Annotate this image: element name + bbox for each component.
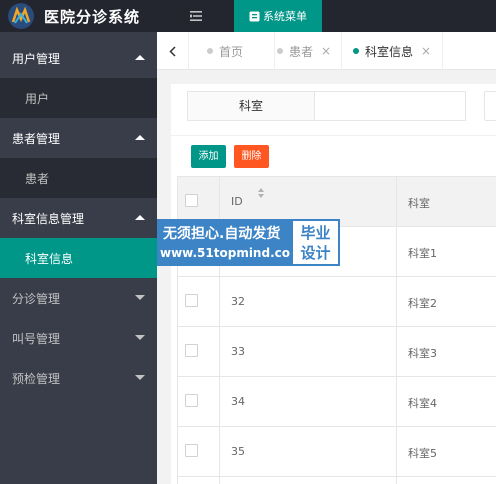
sidebar-item-label: 用户: [25, 91, 50, 106]
select-all-checkbox[interactable]: [185, 194, 198, 207]
column-header-id[interactable]: ID: [231, 195, 243, 208]
cell-id: 32: [231, 295, 245, 308]
tabs-prev-button[interactable]: [157, 32, 189, 70]
row-checkbox[interactable]: [185, 394, 198, 407]
department-search-input[interactable]: [314, 91, 466, 121]
caret-down-icon: [135, 335, 145, 340]
menu-toggle-icon: [189, 11, 202, 21]
header-tab-label: 系统菜单: [263, 10, 307, 23]
page-tabs-bar: 首页 患者 × 科室信息 ×: [157, 32, 496, 70]
tab-dot-icon: [353, 48, 359, 54]
tab-label: 患者: [289, 44, 314, 59]
app-title: 医院分诊系统: [44, 7, 141, 26]
cell-department: 科室1: [408, 247, 437, 260]
hospital-logo-icon: [8, 3, 34, 29]
sort-icon[interactable]: [258, 188, 264, 198]
nav-group-label: 用户管理: [12, 51, 61, 66]
caret-down-icon: [135, 375, 145, 380]
row-checkbox[interactable]: [185, 444, 198, 457]
tab-department-info[interactable]: 科室信息 ×: [353, 32, 443, 70]
nav-group-label: 患者管理: [12, 131, 61, 146]
sidebar-item-users[interactable]: 用户: [0, 78, 157, 118]
search-panel: 科室: [171, 84, 496, 135]
watermark-badge-line2: 设计: [300, 244, 331, 262]
row-checkbox[interactable]: [185, 294, 198, 307]
delete-button[interactable]: 删除: [234, 145, 269, 168]
nav-group-user-management[interactable]: 用户管理: [0, 38, 157, 78]
close-icon[interactable]: ×: [321, 44, 331, 58]
nav-group-label: 分诊管理: [12, 291, 61, 306]
cell-department: 科室2: [408, 297, 437, 310]
top-header: 医院分诊系统 系统菜单: [0, 0, 496, 32]
app-logo: 医院分诊系统: [0, 0, 157, 32]
nav-group-patient-management[interactable]: 患者管理: [0, 118, 157, 158]
watermark-badge: 毕业 设计: [291, 219, 340, 266]
cell-department: 科室5: [408, 447, 437, 460]
caret-up-icon: [135, 215, 145, 220]
watermark-text-block: 无须担心.自动发货 www.51topmind.com: [157, 219, 303, 266]
nav-group-precheck-management[interactable]: 预检管理: [0, 358, 157, 398]
tab-patients[interactable]: 患者 ×: [275, 32, 342, 70]
watermark-badge-line1: 毕业: [300, 224, 331, 242]
search-label: 科室: [187, 91, 315, 121]
sidebar: 用户管理 用户 患者管理 患者 科室信息管理 科室信息 分诊管理 叫号管理 预检…: [0, 32, 157, 484]
cell-id: 35: [231, 445, 245, 458]
watermark-url: www.51topmind.com: [160, 246, 303, 260]
cell-id: 33: [231, 345, 245, 358]
nav-group-department-management[interactable]: 科室信息管理: [0, 198, 157, 238]
caret-down-icon: [135, 295, 145, 300]
sidebar-item-label: 科室信息: [25, 251, 74, 266]
caret-up-icon: [135, 135, 145, 140]
sidebar-item-patients[interactable]: 患者: [0, 158, 157, 198]
sidebar-item-department-info[interactable]: 科室信息: [0, 238, 157, 278]
cell-department: 科室4: [408, 397, 437, 410]
chevron-left-icon: [169, 45, 176, 57]
search-button[interactable]: [484, 91, 496, 121]
tab-home[interactable]: 首页: [207, 32, 275, 70]
tab-label: 首页: [219, 44, 244, 59]
sidebar-item-label: 患者: [25, 171, 50, 186]
tab-dot-icon: [277, 48, 283, 54]
row-checkbox[interactable]: [185, 344, 198, 357]
tab-dot-icon: [207, 48, 213, 54]
folder-icon: [249, 11, 260, 21]
tab-label: 科室信息: [365, 44, 414, 59]
nav-group-label: 科室信息管理: [12, 211, 85, 226]
main-content: 科室 添加 删除 ID 科室 31 科室1: [157, 70, 496, 484]
menu-toggle-button[interactable]: [157, 0, 234, 32]
column-header-department: 科室: [408, 197, 430, 210]
cell-id: 34: [231, 395, 245, 408]
caret-up-icon: [135, 55, 145, 60]
cell-department: 科室3: [408, 347, 437, 360]
watermark-banner: 无须担心.自动发货 www.51topmind.com 毕业 设计: [157, 219, 340, 266]
watermark-slogan: 无须担心.自动发货: [163, 226, 281, 242]
nav-group-label: 叫号管理: [12, 331, 61, 346]
add-button[interactable]: 添加: [191, 145, 226, 168]
nav-group-call-management[interactable]: 叫号管理: [0, 318, 157, 358]
nav-group-triage-management[interactable]: 分诊管理: [0, 278, 157, 318]
table-panel: 添加 删除 ID 科室 31 科室1 32 科室2: [171, 136, 496, 484]
close-icon[interactable]: ×: [421, 44, 431, 58]
nav-group-label: 预检管理: [12, 371, 61, 386]
header-tab-system-menu[interactable]: 系统菜单: [234, 0, 322, 32]
